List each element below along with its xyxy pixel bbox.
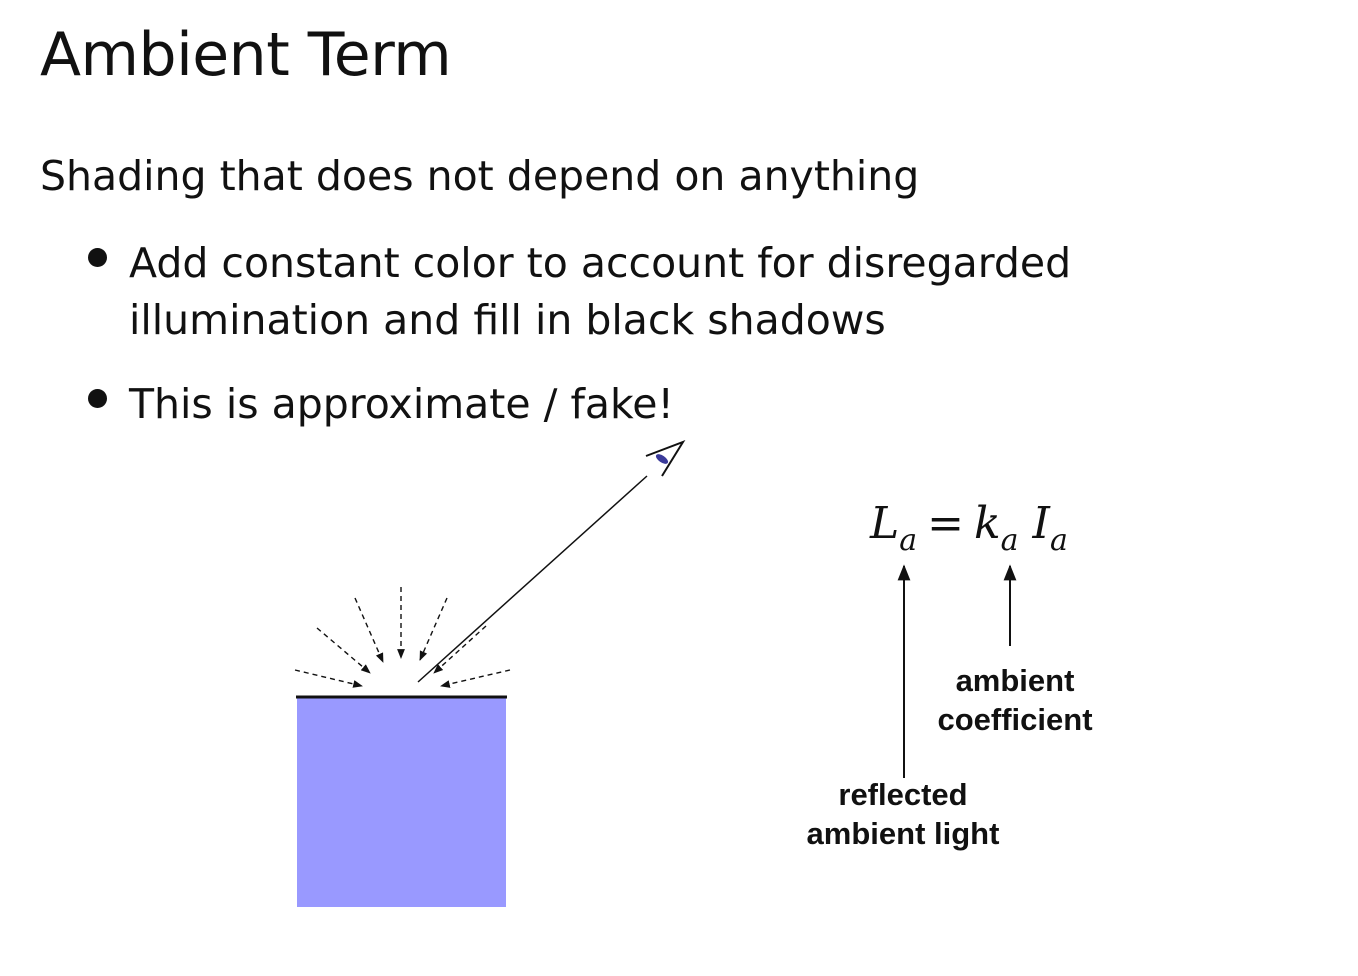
ambient-ray	[354, 597, 384, 663]
ambient-ray	[433, 625, 487, 674]
surface-block	[297, 697, 506, 907]
eye-icon	[645, 440, 686, 477]
label-line: ambient	[955, 663, 1075, 698]
ambient-ray	[316, 627, 371, 674]
formula-k: k	[973, 498, 1001, 549]
formula-I: I	[1032, 498, 1050, 549]
formula-L-subscript: a	[899, 523, 918, 558]
formula-I-subscript: a	[1049, 523, 1068, 558]
ambient-formula: La = ka Ia	[870, 498, 1068, 558]
ambient-diagram	[294, 440, 1017, 907]
view-ray	[417, 475, 648, 683]
label-line: ambient light	[806, 816, 1000, 851]
formula-equals: =	[927, 498, 964, 549]
ambient-ray	[440, 669, 511, 688]
formula-k-subscript: a	[1000, 523, 1019, 558]
ambient-ray	[294, 669, 363, 688]
label-line: coefficient	[937, 702, 1093, 737]
label-line: reflected	[838, 777, 968, 812]
formula-L: L	[870, 498, 900, 549]
incoming-ambient-rays	[294, 587, 511, 688]
ambient-coefficient-label: ambient coefficient	[920, 661, 1110, 739]
slide: Ambient Term Shading that does not depen…	[0, 0, 1358, 976]
reflected-ambient-label: reflected ambient light	[792, 775, 1014, 853]
ambient-ray	[419, 597, 448, 661]
